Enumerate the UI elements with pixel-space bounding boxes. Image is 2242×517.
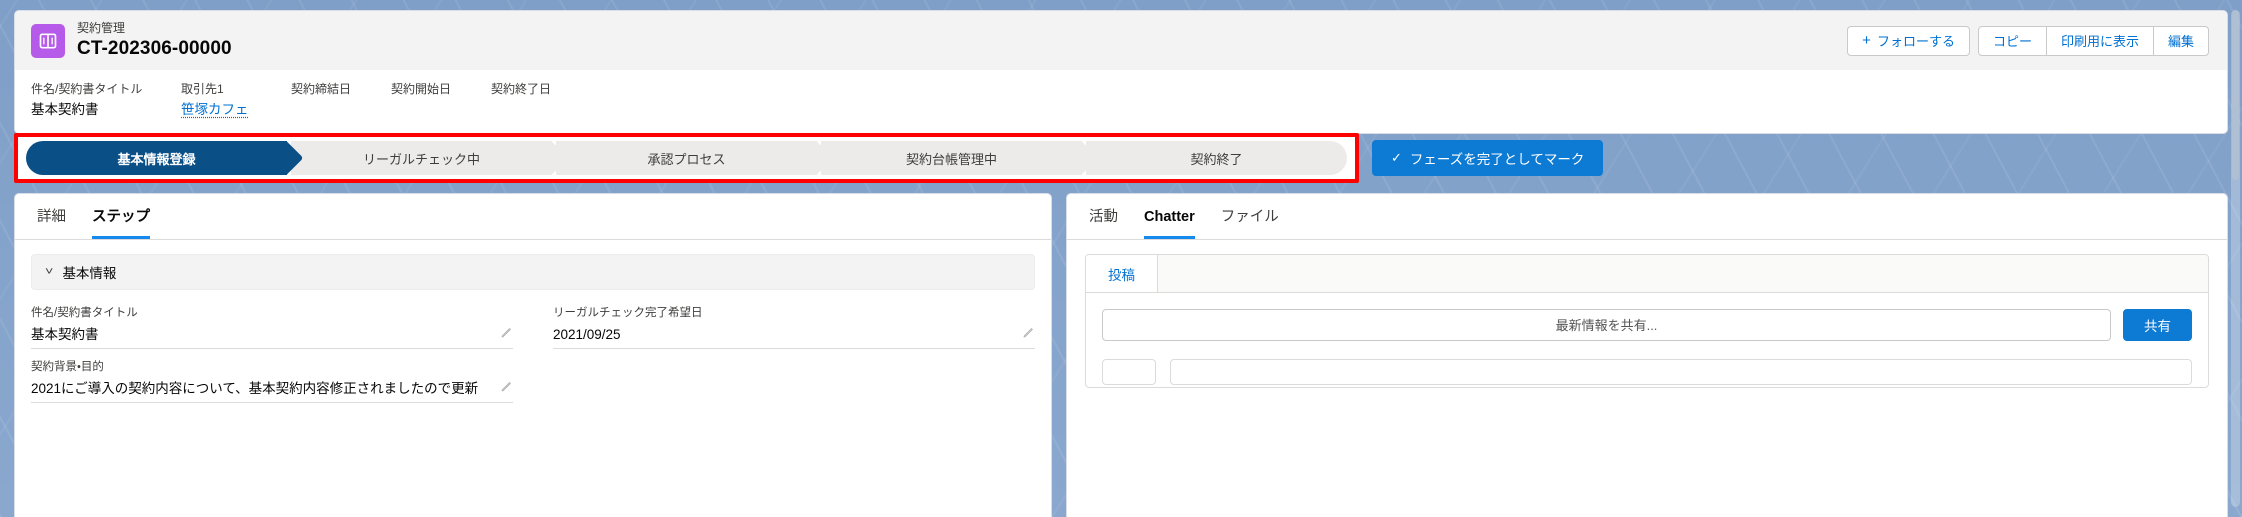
chevron-down-icon: ˅ [45,266,54,278]
subtab-filler [1158,255,2208,292]
field-legal-check-due-date-value: 2021/09/25 [553,326,621,342]
page-scrollbar-thumb[interactable] [2232,10,2239,180]
subtab-post[interactable]: 投稿 [1086,255,1158,292]
pencil-icon[interactable] [1022,326,1035,344]
tab-files[interactable]: ファイル [1221,208,1279,239]
field-legal-check-due-date-row: 2021/09/25 [553,324,1035,349]
section-basic-info-title: 基本情報 [62,266,117,281]
header-field-end-date-value [491,100,567,119]
share-button[interactable]: 共有 [2123,309,2192,341]
composer-filter-stub[interactable] [1102,359,1156,385]
field-contract-purpose-row: 2021にご導入の契約内容について、基本契約内容修正されましたので更新 [31,378,513,403]
record-title-block: 契約管理 CT-202306-00000 [77,21,232,60]
basic-info-form-grid: 件名/契約書タイトル 基本契約書 契約背景・目的 2021にご導入の契約内容につ… [15,290,1051,410]
mark-phase-complete-label: フェーズを完了としてマーク [1409,152,1585,167]
mark-phase-complete-button[interactable]: ✓ フェーズを完了としてマーク [1372,140,1604,176]
composer-subtabbar: 投稿 [1086,255,2208,293]
path-stage-basic-info[interactable]: 基本情報登録 [26,141,287,175]
path-stage-ledger[interactable]: 契約台帳管理中 [821,141,1082,175]
path-stage-label: 契約終了 [1190,151,1243,167]
header-button-group: コピー 印刷用に表示 編集 [1977,25,2209,56]
header-field-end-date-label: 契約終了日 [491,82,552,96]
pencil-icon[interactable] [500,326,513,344]
check-icon: ✓ [1391,150,1402,165]
header-field-start-date-label: 契約開始日 [391,82,452,96]
object-type-label: 契約管理 [77,21,126,35]
field-contract-title-value: 基本契約書 [31,326,99,342]
header-field-account-link[interactable]: 笹塚カフェ [181,100,267,119]
path-stage-closed[interactable]: 契約終了 [1086,141,1347,175]
record-header-card: 契約管理 CT-202306-00000 + フォローする コピー 印刷用に表示… [14,10,2228,134]
tab-details[interactable]: 詳細 [37,208,66,239]
lower-content-area: 詳細 ステップ ˅ 基本情報 件名/契約書タイトル 基本契約書 契約背景・目的 … [14,193,2228,517]
chatter-tabbar: 活動 Chatter ファイル [1067,194,2227,240]
header-field-start-date-value [391,100,467,119]
header-field-end-date: 契約終了日 [491,81,591,119]
path-stage-label: リーガルチェック中 [362,151,480,167]
share-row: 共有 [1086,293,2208,357]
path-stage-label: 契約台帳管理中 [905,151,997,167]
path-stage-list: 基本情報登録 リーガルチェック中 承認プロセス 契約台帳管理中 契約終了 [26,141,1347,175]
field-legal-check-due-date-label: リーガルチェック完了希望日 [553,307,703,319]
composer-footer-row [1086,357,2208,387]
page-scrollbar[interactable] [2231,10,2240,507]
follow-button[interactable]: + フォローする [1847,25,1970,56]
header-action-bar: + フォローする コピー 印刷用に表示 編集 [1847,25,2213,56]
header-field-title: 件名/契約書タイトル 基本契約書 [31,81,181,119]
form-column-left: 件名/契約書タイトル 基本契約書 契約背景・目的 2021にご導入の契約内容につ… [31,302,513,410]
path-stage-label: 承認プロセス [647,151,726,167]
header-field-account: 取引先1 笹塚カフェ [181,81,291,119]
path-stage-approval[interactable]: 承認プロセス [556,141,817,175]
header-field-account-label: 取引先1 [181,82,224,96]
record-detail-panel: 詳細 ステップ ˅ 基本情報 件名/契約書タイトル 基本契約書 契約背景・目的 … [14,193,1052,517]
header-field-sign-date-value [291,100,367,119]
tab-activity[interactable]: 活動 [1089,208,1118,239]
edit-button[interactable]: 編集 [2152,25,2209,56]
detail-tabbar: 詳細 ステップ [15,194,1051,240]
composer-search-stub[interactable] [1170,359,2192,385]
tab-chatter[interactable]: Chatter [1144,208,1195,239]
chatter-panel: 活動 Chatter ファイル 投稿 共有 [1066,193,2228,517]
contract-book-icon [31,23,65,58]
header-field-sign-date: 契約締結日 [291,81,391,119]
path-region: 基本情報登録 リーガルチェック中 承認プロセス 契約台帳管理中 契約終了 ✓ フ… [14,133,2228,183]
page-title: CT-202306-00000 [77,38,232,59]
printable-view-button[interactable]: 印刷用に表示 [2045,25,2154,56]
field-contract-title: 件名/契約書タイトル 基本契約書 [31,302,513,349]
copy-button[interactable]: コピー [1977,25,2047,56]
pencil-icon[interactable] [500,380,513,398]
chatter-composer: 投稿 共有 [1085,254,2209,388]
field-contract-title-row: 基本契約書 [31,324,513,349]
field-contract-purpose-value: 2021にご導入の契約内容について、基本契約内容修正されましたので更新 [31,380,479,396]
form-column-right: リーガルチェック完了希望日 2021/09/25 [553,302,1035,410]
path-stage-legal-check[interactable]: リーガルチェック中 [291,141,552,175]
tab-steps[interactable]: ステップ [92,208,150,239]
follow-button-label: フォローする [1876,34,1955,49]
field-legal-check-due-date: リーガルチェック完了希望日 2021/09/25 [553,302,1035,349]
header-compact-fields: 件名/契約書タイトル 基本契約書 取引先1 笹塚カフェ 契約締結日 契約開始日 … [15,70,2227,133]
share-input[interactable] [1102,309,2111,341]
header-field-sign-date-label: 契約締結日 [291,82,352,96]
record-header-top: 契約管理 CT-202306-00000 + フォローする コピー 印刷用に表示… [15,11,2227,70]
plus-icon: + [1862,32,1871,49]
header-field-title-label: 件名/契約書タイトル [31,82,143,96]
section-basic-info-header[interactable]: ˅ 基本情報 [31,254,1035,290]
field-contract-purpose: 契約背景・目的 2021にご導入の契約内容について、基本契約内容修正されましたの… [31,356,513,403]
header-field-title-value: 基本契約書 [31,102,99,117]
field-contract-title-label: 件名/契約書タイトル [31,307,138,319]
header-field-start-date: 契約開始日 [391,81,491,119]
path-stage-label: 基本情報登録 [117,151,196,167]
field-contract-purpose-label: 契約背景・目的 [31,361,104,373]
